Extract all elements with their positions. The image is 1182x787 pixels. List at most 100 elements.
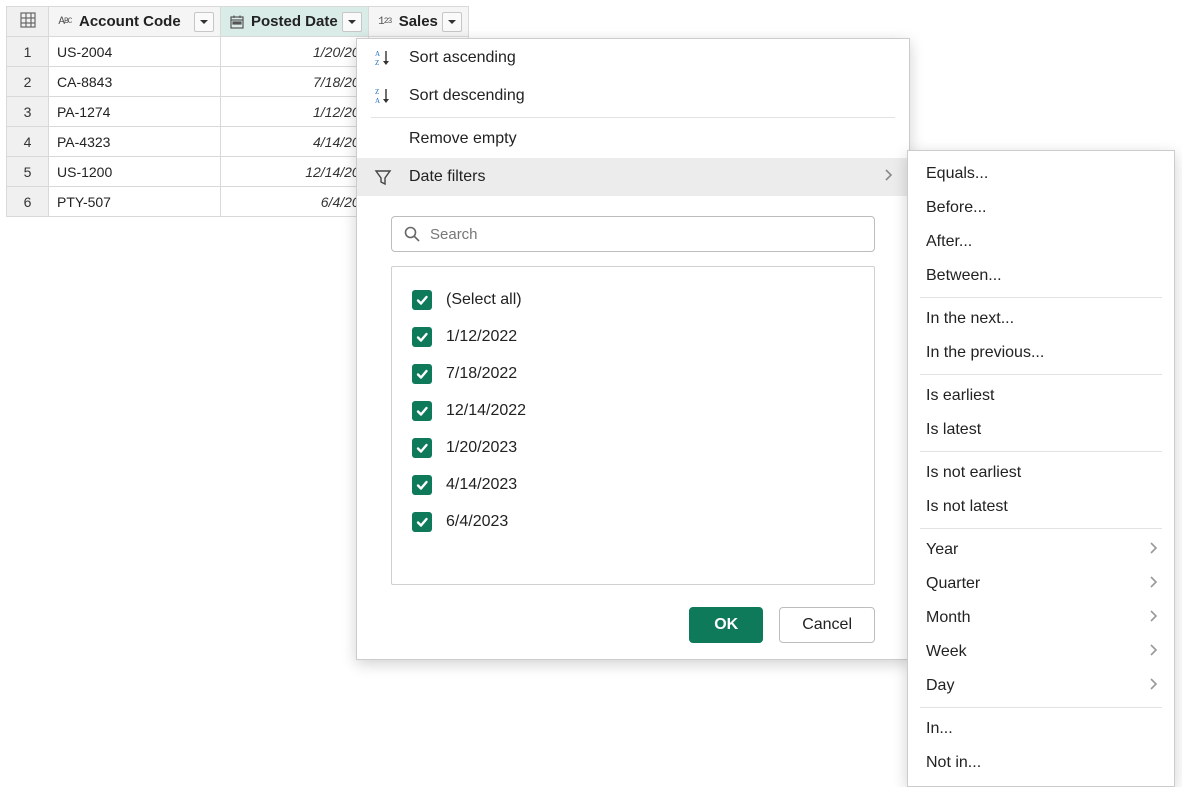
chevron-down-icon — [347, 17, 357, 27]
menu-separator — [920, 374, 1162, 375]
submenu-item[interactable]: Month — [908, 601, 1174, 635]
submenu-label: Is not latest — [926, 498, 1008, 516]
submenu-item[interactable]: Week — [908, 635, 1174, 669]
submenu-item[interactable]: In... — [908, 712, 1174, 746]
cell-posted-date[interactable]: 4/14/20 — [221, 127, 368, 156]
submenu-label: Is latest — [926, 421, 981, 439]
chevron-right-icon — [1148, 575, 1158, 594]
menu-item-remove-empty[interactable]: Remove empty — [357, 120, 909, 158]
submenu-item[interactable]: Quarter — [908, 567, 1174, 601]
ok-button[interactable]: OK — [689, 607, 763, 643]
row-number[interactable]: 2 — [7, 67, 49, 97]
search-icon — [403, 225, 421, 246]
menu-separator — [920, 451, 1162, 452]
row-number[interactable]: 1 — [7, 37, 49, 67]
cell-account[interactable]: PTY-507 — [49, 187, 220, 216]
cell-account[interactable]: PA-4323 — [49, 127, 220, 156]
filter-value-item[interactable]: 1/12/2022 — [412, 318, 854, 355]
column-dropdown-panel: AZ Sort ascending ZA Sort descending Rem… — [356, 38, 910, 660]
filter-value-item[interactable]: (Select all) — [412, 281, 854, 318]
checkbox-icon[interactable] — [412, 364, 432, 384]
column-header-posted-date[interactable]: Posted Date — [221, 7, 369, 37]
column-filter-button[interactable] — [194, 12, 214, 32]
chevron-right-icon — [1148, 609, 1158, 628]
filter-value-label: (Select all) — [446, 291, 522, 309]
cancel-button[interactable]: Cancel — [779, 607, 875, 643]
filter-value-label: 1/12/2022 — [446, 328, 517, 346]
filter-icon — [371, 167, 395, 187]
cell-posted-date[interactable]: 6/4/20 — [221, 187, 368, 216]
menu-label: Remove empty — [409, 130, 893, 148]
menu-item-date-filters[interactable]: Date filters — [357, 158, 909, 196]
cell-posted-date[interactable]: 1/20/20 — [221, 37, 368, 66]
submenu-item[interactable]: Between... — [908, 259, 1174, 293]
filter-value-item[interactable]: 12/14/2022 — [412, 392, 854, 429]
column-header-sales[interactable]: 123 Sales — [368, 7, 468, 37]
submenu-label: Month — [926, 609, 970, 627]
menu-separator — [920, 707, 1162, 708]
submenu-label: Between... — [926, 267, 1002, 285]
cell-posted-date[interactable]: 12/14/20 — [221, 157, 368, 186]
menu-item-sort-ascending[interactable]: AZ Sort ascending — [357, 39, 909, 77]
submenu-label: Quarter — [926, 575, 980, 593]
submenu-item[interactable]: In the previous... — [908, 336, 1174, 370]
text-type-icon: ABC — [55, 13, 75, 31]
submenu-label: Is earliest — [926, 387, 994, 405]
row-number[interactable]: 3 — [7, 97, 49, 127]
submenu-item[interactable]: Day — [908, 669, 1174, 703]
svg-text:Z: Z — [375, 59, 379, 67]
sort-ascending-icon: AZ — [371, 48, 395, 68]
filter-value-label: 6/4/2023 — [446, 513, 508, 531]
menu-separator — [371, 117, 895, 118]
submenu-label: Day — [926, 677, 954, 695]
submenu-item[interactable]: In the next... — [908, 302, 1174, 336]
menu-separator — [920, 528, 1162, 529]
filter-value-item[interactable]: 6/4/2023 — [412, 503, 854, 540]
column-header-account[interactable]: ABC Account Code — [49, 7, 221, 37]
row-number[interactable]: 5 — [7, 157, 49, 187]
row-number[interactable]: 6 — [7, 187, 49, 217]
filter-value-label: 12/14/2022 — [446, 402, 526, 420]
submenu-item[interactable]: Is not latest — [908, 490, 1174, 524]
column-label: Account Code — [79, 13, 190, 30]
chevron-right-icon — [1148, 643, 1158, 662]
date-type-icon — [227, 13, 247, 31]
filter-value-item[interactable]: 1/20/2023 — [412, 429, 854, 466]
cell-posted-date[interactable]: 7/18/20 — [221, 67, 368, 96]
menu-item-sort-descending[interactable]: ZA Sort descending — [357, 77, 909, 115]
checkbox-icon[interactable] — [412, 512, 432, 532]
cell-account[interactable]: PA-1274 — [49, 97, 220, 126]
cell-account[interactable]: US-1200 — [49, 157, 220, 186]
submenu-item[interactable]: Is earliest — [908, 379, 1174, 413]
row-number[interactable]: 4 — [7, 127, 49, 157]
submenu-item[interactable]: Is not earliest — [908, 456, 1174, 490]
submenu-item[interactable]: Year — [908, 533, 1174, 567]
search-input[interactable] — [391, 216, 875, 252]
checkbox-icon[interactable] — [412, 290, 432, 310]
cell-posted-date[interactable]: 1/12/20 — [221, 97, 368, 126]
submenu-label: Equals... — [926, 165, 988, 183]
column-filter-button[interactable] — [342, 12, 362, 32]
checkbox-icon[interactable] — [412, 438, 432, 458]
submenu-item[interactable]: Not in... — [908, 746, 1174, 780]
submenu-item[interactable]: After... — [908, 225, 1174, 259]
checkbox-icon[interactable] — [412, 401, 432, 421]
filter-value-item[interactable]: 4/14/2023 — [412, 466, 854, 503]
chevron-right-icon — [883, 168, 893, 187]
column-filter-button[interactable] — [442, 12, 462, 32]
filter-value-item[interactable]: 7/18/2022 — [412, 355, 854, 392]
sort-descending-icon: ZA — [371, 86, 395, 106]
cell-account[interactable]: CA-8843 — [49, 67, 220, 96]
submenu-item[interactable]: Equals... — [908, 157, 1174, 191]
cell-account[interactable]: US-2004 — [49, 37, 220, 66]
svg-text:A: A — [375, 97, 380, 105]
search-section — [391, 216, 875, 252]
svg-text:A: A — [375, 50, 380, 58]
checkbox-icon[interactable] — [412, 475, 432, 495]
filter-values-list: (Select all) 1/12/2022 7/18/2022 12/14/2022… — [391, 266, 875, 585]
submenu-item[interactable]: Before... — [908, 191, 1174, 225]
corner-cell[interactable] — [7, 7, 49, 37]
submenu-item[interactable]: Is latest — [908, 413, 1174, 447]
checkbox-icon[interactable] — [412, 327, 432, 347]
submenu-label: Before... — [926, 199, 986, 217]
